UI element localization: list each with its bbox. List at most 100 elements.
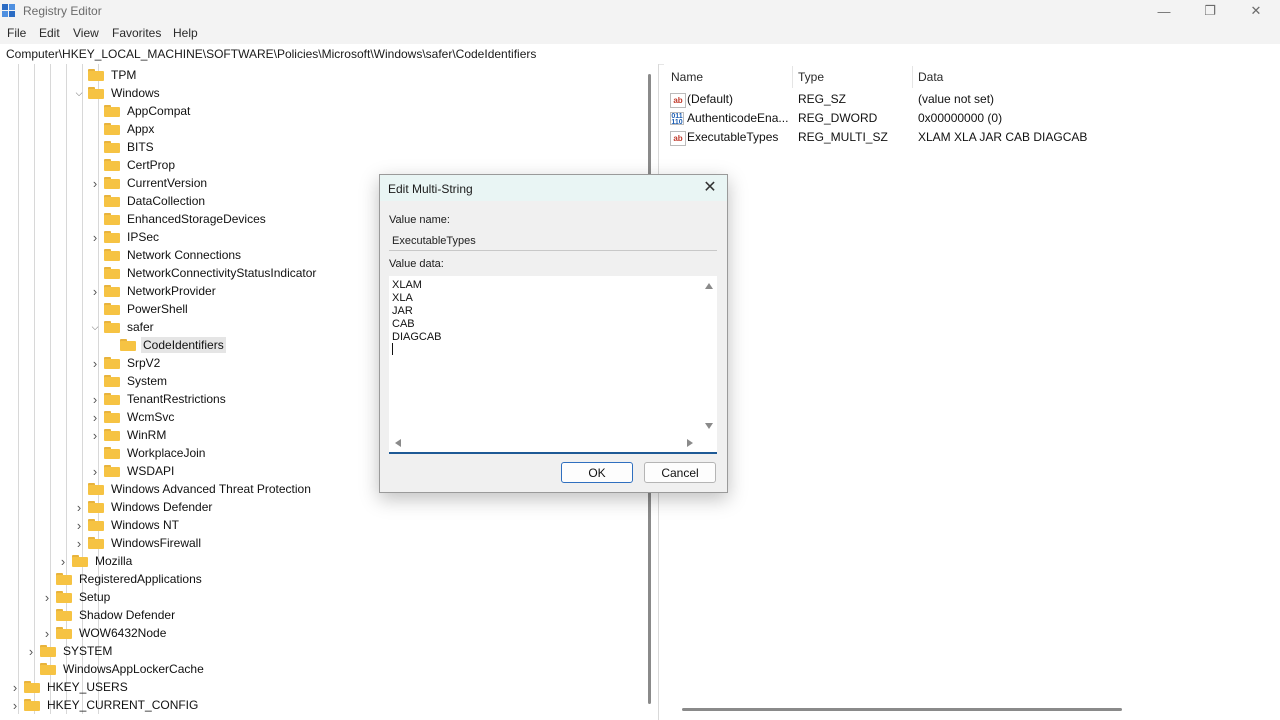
menu-view[interactable]: View bbox=[73, 26, 99, 40]
tree-item[interactable]: › TenantRestrictions bbox=[90, 390, 228, 408]
tree-item[interactable]: › Windows Defender bbox=[74, 498, 214, 516]
scroll-right-arrow-icon[interactable] bbox=[687, 439, 693, 447]
tree-item[interactable]: › WcmSvc bbox=[90, 408, 176, 426]
tree-item[interactable]: › HKEY_CURRENT_CONFIG bbox=[10, 696, 200, 714]
tree-item[interactable]: › NetworkProvider bbox=[90, 282, 218, 300]
tree-item[interactable]: WindowsAppLockerCache bbox=[26, 660, 206, 678]
expander-placeholder bbox=[90, 142, 100, 152]
textarea-vertical-scrollbar[interactable] bbox=[702, 276, 716, 436]
column-header-data[interactable]: Data bbox=[918, 70, 943, 84]
column-header-name[interactable]: Name bbox=[671, 70, 703, 84]
address-bar[interactable]: Computer\HKEY_LOCAL_MACHINE\SOFTWARE\Pol… bbox=[0, 44, 1280, 65]
menu-help[interactable]: Help bbox=[173, 26, 198, 40]
cancel-button[interactable]: Cancel bbox=[644, 462, 716, 483]
menu-file[interactable]: File bbox=[7, 26, 26, 40]
address-path[interactable]: Computer\HKEY_LOCAL_MACHINE\SOFTWARE\Pol… bbox=[6, 47, 536, 61]
tree-item[interactable]: AppCompat bbox=[90, 102, 192, 120]
tree-item[interactable]: BITS bbox=[90, 138, 156, 156]
chevron-right-icon[interactable]: › bbox=[10, 698, 20, 713]
scroll-down-arrow-icon[interactable] bbox=[705, 423, 713, 429]
tree-item[interactable]: › CurrentVersion bbox=[90, 174, 209, 192]
column-header-type[interactable]: Type bbox=[798, 70, 824, 84]
dialog-title-bar[interactable]: Edit Multi-String ✕ bbox=[380, 175, 727, 201]
tree-item[interactable]: › SYSTEM bbox=[26, 642, 114, 660]
string-value-icon: ab bbox=[670, 93, 686, 108]
folder-icon bbox=[40, 663, 56, 675]
chevron-down-icon[interactable]: ⌵ bbox=[74, 88, 84, 98]
tree-item[interactable]: › Mozilla bbox=[58, 552, 134, 570]
folder-icon bbox=[104, 321, 120, 333]
restore-button[interactable]: ❐ bbox=[1187, 0, 1233, 22]
chevron-right-icon[interactable]: › bbox=[74, 500, 84, 515]
chevron-right-icon[interactable]: › bbox=[42, 626, 52, 641]
tree-item-label: CodeIdentifiers bbox=[141, 337, 226, 353]
value-name: (Default) bbox=[687, 92, 734, 106]
chevron-right-icon[interactable]: › bbox=[90, 356, 100, 371]
tree-item[interactable]: NetworkConnectivityStatusIndicator bbox=[90, 264, 318, 282]
chevron-right-icon[interactable]: › bbox=[26, 644, 36, 659]
tree-item[interactable]: › Setup bbox=[42, 588, 112, 606]
column-separator[interactable] bbox=[792, 66, 793, 88]
tree-item[interactable]: DataCollection bbox=[90, 192, 207, 210]
chevron-right-icon[interactable]: › bbox=[90, 464, 100, 479]
ok-button[interactable]: OK bbox=[561, 462, 633, 483]
value-row[interactable]: 011 110 AuthenticodeEna... REG_DWORD 0x0… bbox=[664, 109, 1280, 128]
value-name-field: ExecutableTypes bbox=[389, 232, 717, 251]
list-horizontal-scrollbar[interactable] bbox=[682, 708, 1122, 711]
tree-item[interactable]: ⌵ Windows bbox=[74, 84, 162, 102]
tree-item[interactable]: › IPSec bbox=[90, 228, 161, 246]
tree-item[interactable]: › HKEY_USERS bbox=[10, 678, 130, 696]
tree-item[interactable]: Shadow Defender bbox=[42, 606, 177, 624]
tree-item[interactable]: Appx bbox=[90, 120, 156, 138]
menu-favorites[interactable]: Favorites bbox=[112, 26, 161, 40]
tree-item[interactable]: System bbox=[90, 372, 169, 390]
value-row[interactable]: ab (Default) REG_SZ (value not set) bbox=[664, 90, 1280, 109]
tree-item-label: Setup bbox=[79, 590, 111, 604]
tree-item[interactable]: › WindowsFirewall bbox=[74, 534, 203, 552]
chevron-right-icon[interactable]: › bbox=[90, 230, 100, 245]
tree-item[interactable]: PowerShell bbox=[90, 300, 190, 318]
tree-item[interactable]: ⌵ safer bbox=[90, 318, 156, 336]
tree-item[interactable]: › WinRM bbox=[90, 426, 168, 444]
chevron-right-icon[interactable]: › bbox=[42, 590, 52, 605]
chevron-right-icon[interactable]: › bbox=[90, 176, 100, 191]
chevron-right-icon[interactable]: › bbox=[90, 392, 100, 407]
scroll-left-arrow-icon[interactable] bbox=[395, 439, 401, 447]
tree-item[interactable]: EnhancedStorageDevices bbox=[90, 210, 268, 228]
expander-placeholder bbox=[42, 574, 52, 584]
values-list-pane[interactable]: Name Type Data ab (Default) REG_SZ (valu… bbox=[664, 64, 1280, 720]
tree-item[interactable]: CodeIdentifiers bbox=[106, 336, 226, 354]
chevron-right-icon[interactable]: › bbox=[58, 554, 68, 569]
chevron-right-icon[interactable]: › bbox=[10, 680, 20, 695]
column-separator[interactable] bbox=[912, 66, 913, 88]
folder-icon bbox=[104, 123, 120, 135]
scroll-up-arrow-icon[interactable] bbox=[705, 283, 713, 289]
tree-item[interactable]: CertProp bbox=[90, 156, 177, 174]
tree-item[interactable]: › SrpV2 bbox=[90, 354, 162, 372]
tree-item[interactable]: Network Connections bbox=[90, 246, 243, 264]
chevron-right-icon[interactable]: › bbox=[90, 284, 100, 299]
value-data-textarea[interactable]: XLAM XLA JAR CAB DIAGCAB bbox=[389, 276, 717, 454]
tree-item[interactable]: Windows Advanced Threat Protection bbox=[74, 480, 313, 498]
close-icon[interactable]: ✕ bbox=[701, 179, 719, 197]
tree-item[interactable]: WorkplaceJoin bbox=[90, 444, 207, 462]
tree-item[interactable]: › Windows NT bbox=[74, 516, 181, 534]
menu-edit[interactable]: Edit bbox=[39, 26, 60, 40]
tree-item-label: SrpV2 bbox=[127, 356, 161, 370]
tree-item[interactable]: RegisteredApplications bbox=[42, 570, 204, 588]
chevron-right-icon[interactable]: › bbox=[74, 518, 84, 533]
value-type: REG_SZ bbox=[798, 92, 847, 106]
chevron-right-icon[interactable]: › bbox=[90, 428, 100, 443]
chevron-right-icon[interactable]: › bbox=[90, 410, 100, 425]
chevron-right-icon[interactable]: › bbox=[74, 536, 84, 551]
folder-icon bbox=[72, 555, 88, 567]
close-window-button[interactable]: ✕ bbox=[1233, 0, 1279, 22]
tree-item[interactable]: TPM bbox=[74, 66, 138, 84]
value-type: REG_DWORD bbox=[798, 111, 878, 125]
expander-placeholder bbox=[90, 304, 100, 314]
minimize-button[interactable]: — bbox=[1141, 0, 1187, 22]
tree-item[interactable]: › WSDAPI bbox=[90, 462, 176, 480]
tree-item[interactable]: › WOW6432Node bbox=[42, 624, 168, 642]
value-row[interactable]: ab ExecutableTypes REG_MULTI_SZ XLAM XLA… bbox=[664, 128, 1280, 147]
chevron-down-icon[interactable]: ⌵ bbox=[90, 322, 100, 332]
